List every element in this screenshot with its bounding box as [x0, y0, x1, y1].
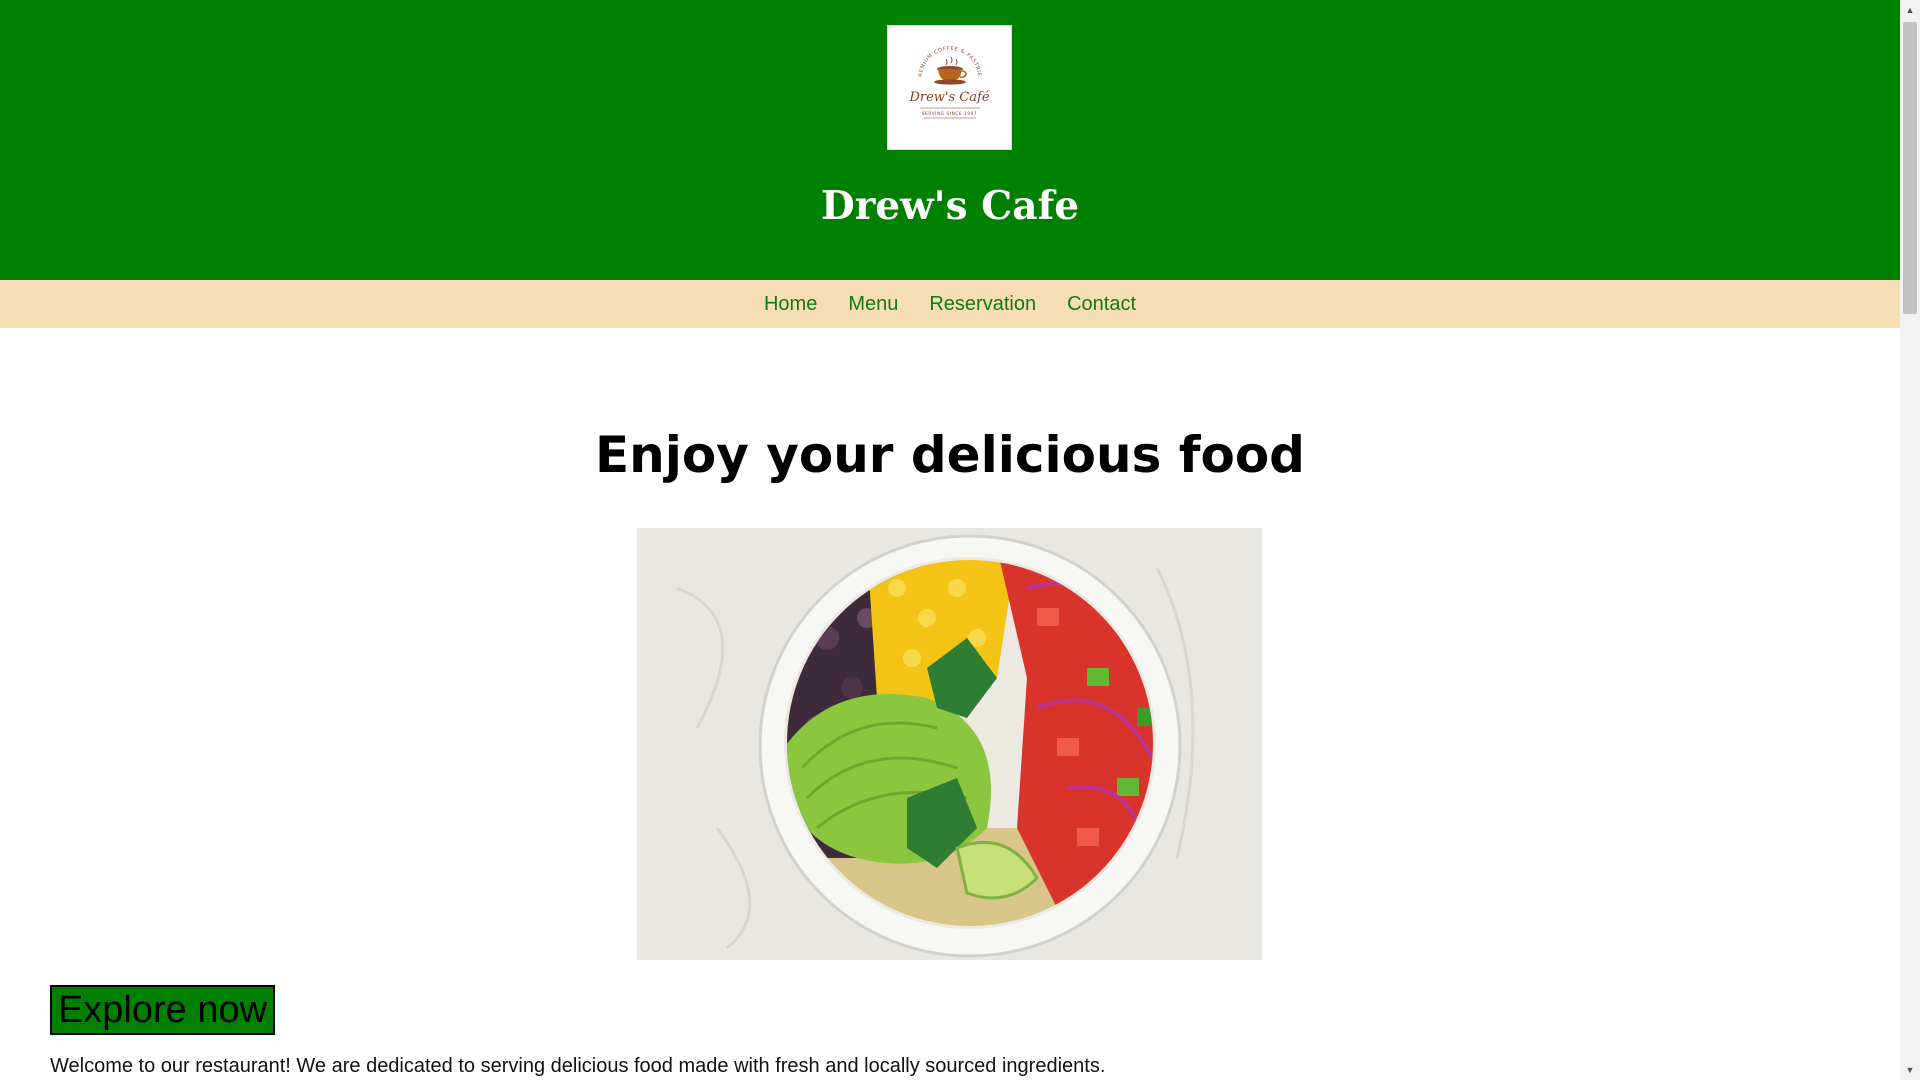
- logo-tagline-top: PREMIUM COFFEE & PASTRIES: [888, 26, 982, 77]
- scroll-down-arrow-icon[interactable]: ▼: [1900, 1060, 1920, 1080]
- food-bowl-illustration: [637, 528, 1262, 960]
- logo-name: Drew's Café: [908, 90, 989, 105]
- vertical-scrollbar[interactable]: ▲ ▼: [1900, 0, 1920, 1080]
- page-viewport: PREMIUM COFFEE & PASTRIES Drew's Café SE…: [0, 0, 1900, 1080]
- logo-tagline-bottom: SERVING SINCE 1997: [922, 111, 977, 116]
- site-title: Drew's Cafe: [820, 183, 1080, 229]
- explore-now-button[interactable]: Explore now: [50, 985, 275, 1035]
- cafe-logo-graphic: PREMIUM COFFEE & PASTRIES Drew's Café SE…: [888, 26, 990, 119]
- cafe-logo[interactable]: PREMIUM COFFEE & PASTRIES Drew's Café SE…: [887, 25, 1012, 150]
- food-bowl-image: [637, 528, 1262, 960]
- nav-link-home[interactable]: Home: [764, 280, 817, 328]
- intro-paragraph: Welcome to our restaurant! We are dedica…: [50, 1055, 1106, 1077]
- site-header: PREMIUM COFFEE & PASTRIES Drew's Café SE…: [0, 0, 1900, 280]
- scroll-up-arrow-icon[interactable]: ▲: [1900, 0, 1920, 20]
- hero-heading: Enjoy your delicious food: [595, 426, 1305, 484]
- main-nav: Home Menu Reservation Contact: [0, 280, 1900, 328]
- scroll-thumb[interactable]: [1903, 22, 1917, 314]
- nav-link-reservation[interactable]: Reservation: [929, 280, 1036, 328]
- nav-link-menu[interactable]: Menu: [848, 280, 898, 328]
- nav-link-contact[interactable]: Contact: [1067, 280, 1136, 328]
